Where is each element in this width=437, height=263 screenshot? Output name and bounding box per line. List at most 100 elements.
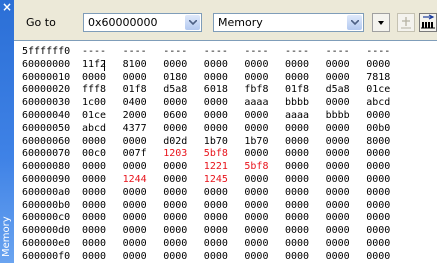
memory-cell[interactable]: 0000 <box>366 226 390 236</box>
memory-cell[interactable]: 0000 <box>204 251 228 262</box>
memory-cell[interactable]: 0000 <box>123 162 147 172</box>
memory-cell[interactable]: 0000 <box>326 200 350 211</box>
memory-cell[interactable]: 0000 <box>326 239 350 249</box>
memory-cell[interactable]: 0000 <box>326 72 350 83</box>
memory-cell[interactable]: 01f8 <box>123 85 147 95</box>
memory-cell[interactable]: 0000 <box>82 136 106 147</box>
memory-cell[interactable]: ---- <box>82 47 106 57</box>
memory-cell[interactable]: 0180 <box>163 72 187 83</box>
memory-cell[interactable]: 0000 <box>326 149 350 159</box>
memory-cell[interactable]: 0000 <box>204 59 228 70</box>
memory-cell[interactable]: 0000 <box>82 162 106 172</box>
memory-cell[interactable]: 0000 <box>204 226 228 236</box>
memory-cell[interactable]: 0000 <box>285 72 309 83</box>
memory-cell[interactable]: 0000 <box>123 251 147 262</box>
memory-cell[interactable]: 1221 <box>204 162 228 172</box>
memory-cell[interactable]: 0000 <box>244 226 268 236</box>
memory-cell[interactable]: 0000 <box>326 175 350 185</box>
memory-cell[interactable]: 0000 <box>285 213 309 223</box>
memory-cell[interactable]: 01f8 <box>285 85 309 95</box>
memory-cell[interactable]: 8000 <box>366 136 390 147</box>
memory-cell[interactable]: 00c0 <box>82 149 106 159</box>
memory-cell[interactable]: 0000 <box>285 136 309 147</box>
memory-cell[interactable]: 0000 <box>326 136 350 147</box>
memory-cell[interactable]: 2000 <box>123 111 147 121</box>
memory-cell[interactable]: 0000 <box>163 175 187 185</box>
memory-cell[interactable]: 0000 <box>204 72 228 83</box>
memory-cell[interactable]: abcd <box>366 98 390 108</box>
memory-cell[interactable]: 0000 <box>82 226 106 236</box>
memory-cell[interactable]: 0000 <box>366 200 390 211</box>
memory-cell[interactable]: 0000 <box>285 226 309 236</box>
memory-cell[interactable]: 0000 <box>244 59 268 70</box>
memory-cell[interactable]: 0000 <box>204 213 228 223</box>
memory-cell[interactable]: ---- <box>123 47 147 57</box>
memory-cell[interactable]: 1b70 <box>244 136 268 147</box>
memory-cell[interactable]: 0000 <box>366 111 390 121</box>
memory-cell[interactable]: 0000 <box>285 251 309 262</box>
memory-cell[interactable]: 0000 <box>366 175 390 185</box>
close-icon[interactable]: × <box>0 0 14 14</box>
memory-cell[interactable]: 0000 <box>82 251 106 262</box>
memory-cell[interactable]: 1203 <box>163 149 187 159</box>
memory-cell[interactable]: bbbb <box>285 98 309 108</box>
memory-cell[interactable]: 0000 <box>366 251 390 262</box>
memory-view[interactable]: 5ffffff0 ---- ---- ---- ---- ---- ---- ---- ----… <box>14 40 437 263</box>
address-combobox[interactable]: 0x60000000 <box>83 13 202 32</box>
memory-cell[interactable]: 0000 <box>285 187 309 198</box>
memory-cell[interactable]: 0000 <box>244 187 268 198</box>
memory-cell[interactable]: 0000 <box>123 200 147 211</box>
memory-cell[interactable]: 0000 <box>123 213 147 223</box>
memory-cell[interactable]: 0000 <box>163 200 187 211</box>
memory-cell[interactable]: 0000 <box>366 162 390 172</box>
memory-cell[interactable]: 0000 <box>244 200 268 211</box>
memory-layout-button[interactable] <box>419 13 437 32</box>
memory-cell[interactable]: 0000 <box>204 123 228 134</box>
memory-cell[interactable]: 00b0 <box>366 123 390 134</box>
memory-cell[interactable]: 1c00 <box>82 98 106 108</box>
view-type-select[interactable]: Memory <box>213 13 364 32</box>
memory-cell[interactable]: 0000 <box>244 251 268 262</box>
memory-cell[interactable]: 0000 <box>163 226 187 236</box>
memory-cell[interactable]: 0000 <box>326 226 350 236</box>
memory-cell[interactable]: 0000 <box>204 239 228 249</box>
memory-cell[interactable]: 0000 <box>163 162 187 172</box>
memory-cell[interactable]: 0000 <box>244 239 268 249</box>
memory-cell[interactable]: 0000 <box>123 136 147 147</box>
memory-cell[interactable]: 8100 <box>123 59 147 70</box>
memory-cell[interactable]: abcd <box>82 123 106 134</box>
memory-cell[interactable]: 0000 <box>82 72 106 83</box>
memory-cell[interactable]: ---- <box>163 47 187 57</box>
memory-cell[interactable]: 0000 <box>123 187 147 198</box>
memory-cell[interactable]: 0000 <box>285 162 309 172</box>
memory-cell[interactable]: 0000 <box>123 239 147 249</box>
add-watch-button[interactable] <box>397 13 415 32</box>
memory-cell[interactable]: 0000 <box>326 251 350 262</box>
memory-cell[interactable]: 0000 <box>244 213 268 223</box>
memory-cell[interactable]: 0000 <box>204 98 228 108</box>
memory-cell[interactable]: 0000 <box>326 162 350 172</box>
memory-cell[interactable]: 6018 <box>204 85 228 95</box>
memory-cell[interactable]: 0000 <box>244 123 268 134</box>
memory-cell[interactable]: 0000 <box>285 239 309 249</box>
memory-cell[interactable]: 0000 <box>326 213 350 223</box>
memory-cell[interactable]: 0000 <box>326 59 350 70</box>
memory-cell[interactable]: 0000 <box>285 123 309 134</box>
memory-cell[interactable]: 0000 <box>244 72 268 83</box>
memory-cell[interactable]: 0000 <box>285 59 309 70</box>
memory-cell[interactable]: 01ce <box>366 85 390 95</box>
memory-cell[interactable]: 0600 <box>163 111 187 121</box>
memory-cell[interactable]: 0000 <box>366 149 390 159</box>
memory-cell[interactable]: 0000 <box>204 187 228 198</box>
chevron-down-icon[interactable] <box>347 15 362 30</box>
memory-cell[interactable]: ---- <box>244 47 268 57</box>
memory-cell[interactable]: 0000 <box>163 251 187 262</box>
memory-cell[interactable]: 0000 <box>285 175 309 185</box>
memory-cell[interactable]: d5a8 <box>326 85 350 95</box>
memory-cell[interactable]: 5bf8 <box>244 162 268 172</box>
memory-cell[interactable]: 0000 <box>244 111 268 121</box>
memory-cell[interactable]: fbf8 <box>244 85 268 95</box>
memory-cell[interactable]: 0000 <box>285 200 309 211</box>
memory-cell[interactable]: bbbb <box>326 111 350 121</box>
memory-cell[interactable]: 1245 <box>204 175 228 185</box>
